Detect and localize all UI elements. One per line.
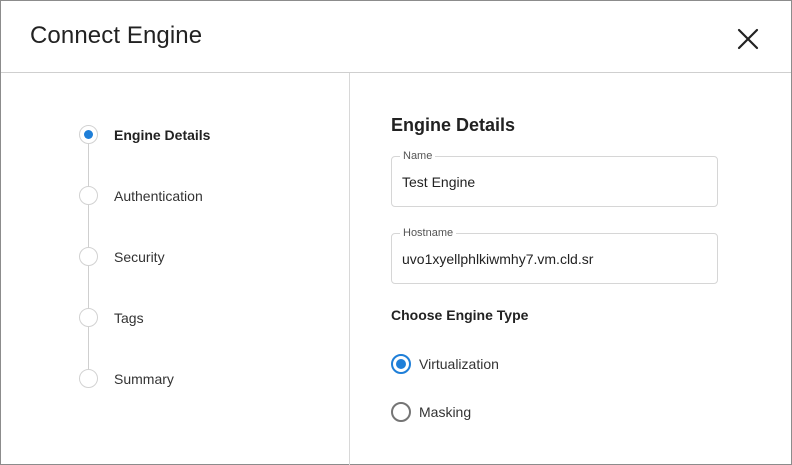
- hostname-input[interactable]: [402, 248, 702, 270]
- radio-masking[interactable]: Masking: [391, 402, 591, 424]
- step-label: Engine Details: [114, 127, 211, 143]
- step-indicator-icon: [79, 308, 98, 327]
- name-field: Name: [391, 150, 718, 207]
- hostname-field-label: Hostname: [400, 227, 457, 239]
- step-indicator-icon: [79, 247, 98, 266]
- radio-checked-icon: [391, 354, 411, 374]
- step-indicator-icon: [79, 369, 98, 388]
- name-input[interactable]: [402, 171, 702, 193]
- close-button[interactable]: [734, 25, 762, 53]
- dialog-header: Connect Engine: [1, 1, 791, 73]
- step-indicator-icon: [79, 186, 98, 205]
- step-summary[interactable]: Summary: [79, 369, 329, 389]
- connect-engine-dialog: Connect Engine Engine Details Authentica…: [0, 0, 792, 465]
- dialog-title: Connect Engine: [30, 22, 203, 49]
- close-icon: [737, 28, 759, 50]
- step-label: Summary: [114, 371, 174, 387]
- hostname-field: Hostname: [391, 227, 718, 284]
- wizard-steps: Engine Details Authentication Security T…: [1, 73, 350, 465]
- step-label: Security: [114, 249, 165, 265]
- radio-virtualization[interactable]: Virtualization: [391, 354, 591, 376]
- step-label: Authentication: [114, 188, 203, 204]
- step-tags[interactable]: Tags: [79, 308, 329, 328]
- section-title: Engine Details: [391, 115, 516, 135]
- step-engine-details[interactable]: Engine Details: [79, 125, 329, 145]
- step-security[interactable]: Security: [79, 247, 329, 267]
- step-active-indicator-icon: [79, 125, 98, 144]
- radio-label: Masking: [419, 404, 472, 420]
- radio-unchecked-icon: [391, 402, 411, 422]
- radio-label: Virtualization: [419, 356, 499, 372]
- step-label: Tags: [114, 310, 144, 326]
- step-authentication[interactable]: Authentication: [79, 186, 329, 206]
- engine-type-heading: Choose Engine Type: [391, 307, 529, 323]
- name-field-label: Name: [400, 150, 436, 162]
- engine-details-form: Engine Details Name Hostname Choose Engi…: [351, 73, 791, 465]
